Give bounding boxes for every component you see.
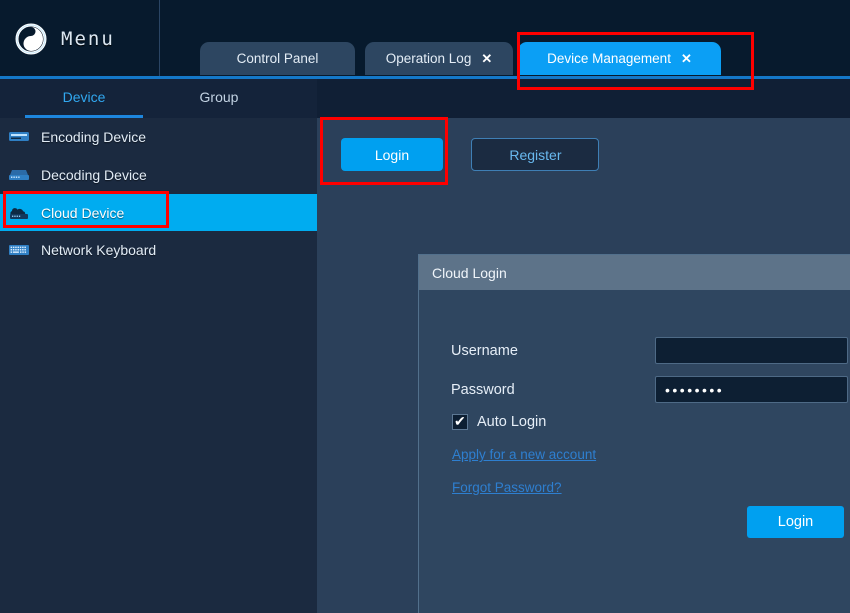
decoding-device-icon [9,169,29,180]
sidebar-item-label: Decoding Device [41,166,147,183]
panel-body: Username Password •••••••• Auto Login Ap… [419,290,850,613]
auto-login-row[interactable]: Auto Login [452,413,547,430]
sidebar-item-label: Cloud Device [41,204,125,221]
login-button[interactable]: Login [341,138,443,171]
tab-control-panel[interactable]: Control Panel [200,42,355,75]
app-window: Menu Control Panel Operation Log ✕ Devic… [0,0,850,613]
sub-nav-bar: Device Group [0,79,317,118]
action-button-row: Login Register [341,138,600,171]
tab-operation-log[interactable]: Operation Log ✕ [365,42,513,75]
forgot-password-link[interactable]: Forgot Password? [452,480,562,495]
tab-strip: Control Panel Operation Log ✕ Device Man… [160,0,850,78]
close-icon[interactable]: ✕ [681,51,692,67]
subnav-label: Device [62,89,106,105]
network-keyboard-icon [9,244,29,255]
subnav-label: Group [199,89,239,105]
circle-swirl-logo-icon [15,23,47,55]
panel-login-button[interactable]: Login [747,506,844,538]
auto-login-checkbox[interactable] [452,413,468,430]
subnav-item-group[interactable]: Group [160,79,278,118]
password-input[interactable]: •••••••• [655,376,848,403]
password-value: •••••••• [665,381,725,398]
panel-title: Cloud Login [419,255,850,290]
sidebar-item-network-keyboard[interactable]: Network Keyboard [0,231,317,268]
close-icon[interactable]: ✕ [481,51,492,67]
sidebar-item-label: Network Keyboard [41,241,157,258]
sidebar-item-label: Encoding Device [41,128,147,145]
password-label: Password [451,382,515,398]
cloud-device-icon [10,207,28,219]
menu-button[interactable]: Menu [0,0,160,78]
cloud-login-panel: Cloud Login Username Password •••••••• A… [418,254,850,613]
tab-device-management[interactable]: Device Management ✕ [518,42,721,75]
username-input[interactable] [655,337,848,364]
subnav-item-device[interactable]: Device [25,79,143,118]
sidebar-item-decoding-device[interactable]: Decoding Device [0,156,317,193]
tab-label: Control Panel [236,51,319,66]
top-bar: Menu Control Panel Operation Log ✕ Devic… [0,0,850,78]
encoding-device-icon [9,131,29,141]
sidebar-item-cloud-device[interactable]: Cloud Device [0,194,317,231]
register-button[interactable]: Register [471,138,600,171]
apply-new-account-link[interactable]: Apply for a new account [452,447,596,462]
content-area: Login Register Cloud Login Username Pass… [317,118,850,613]
sidebar: Encoding Device Decoding Device Cloud De… [0,118,317,613]
sidebar-item-encoding-device[interactable]: Encoding Device [0,118,317,155]
tab-label: Device Management [547,51,671,66]
username-label: Username [451,343,518,359]
auto-login-label: Auto Login [477,414,547,430]
menu-label: Menu [61,28,115,50]
sub-nav-filler [317,79,850,118]
tab-label: Operation Log [385,51,472,66]
